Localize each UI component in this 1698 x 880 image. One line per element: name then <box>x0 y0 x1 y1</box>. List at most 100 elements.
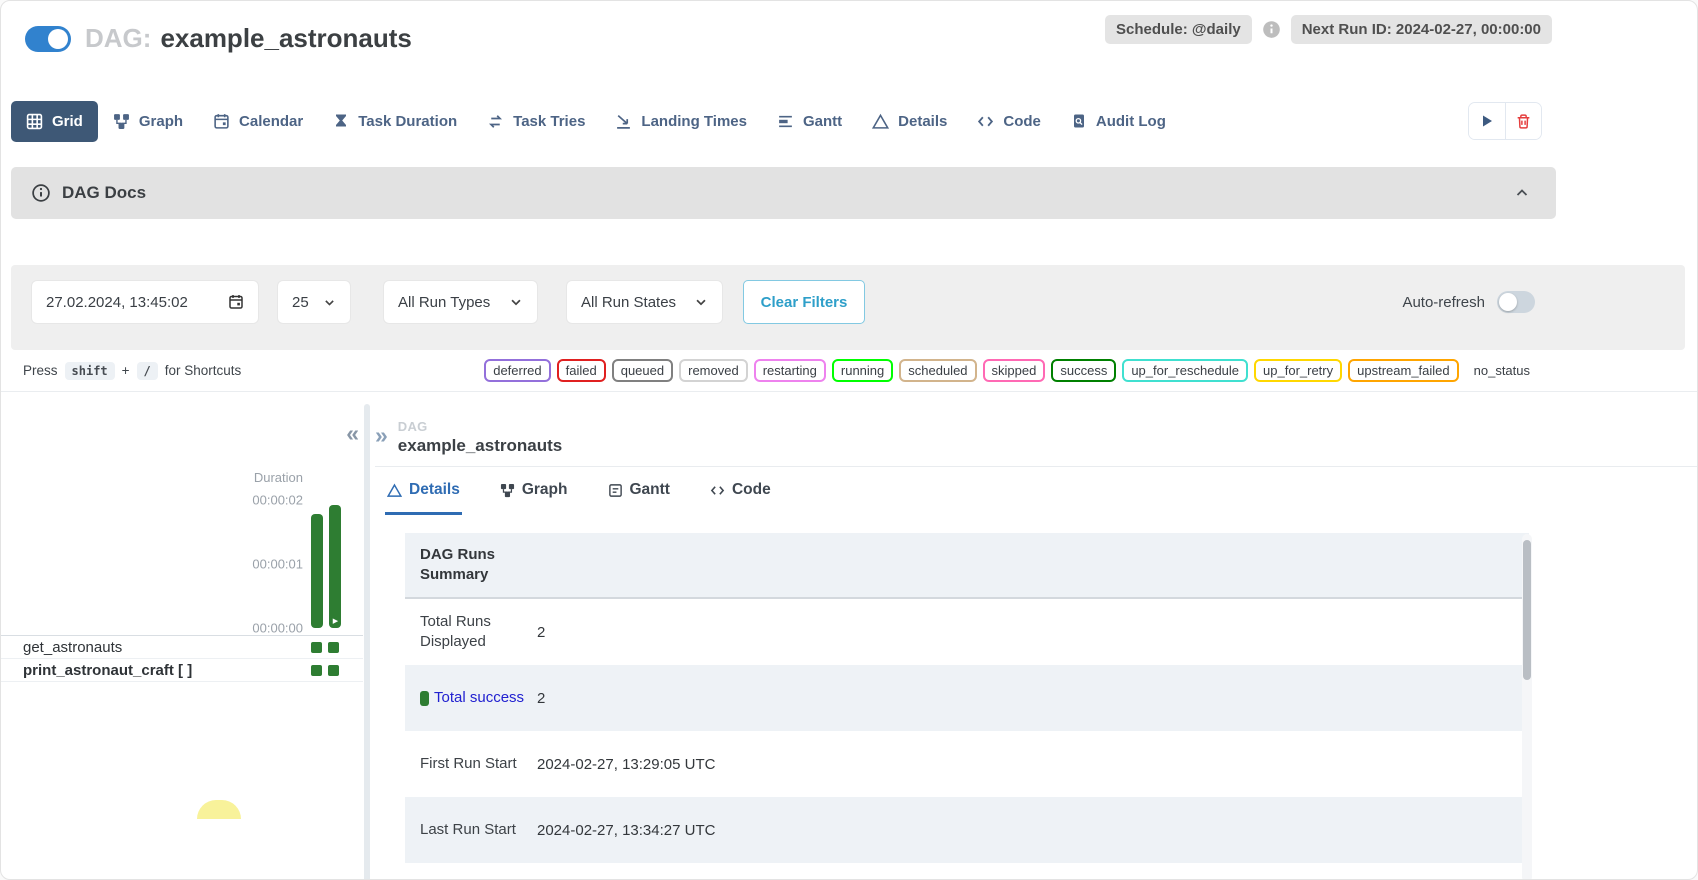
task-instance-square[interactable] <box>311 642 322 653</box>
details-panel: » DAG example_astronauts Details Graph G <box>375 392 1697 880</box>
slash-key: / <box>137 362 158 380</box>
task-name[interactable]: print_astronaut_craft [ ] <box>23 662 311 679</box>
tab-calendar[interactable]: Calendar <box>198 101 318 142</box>
details-tabs: Details Graph Gantt Code <box>375 473 1697 515</box>
tab-label: Graph <box>139 113 183 130</box>
info-icon[interactable] <box>1262 20 1281 39</box>
scrollbar-thumb[interactable] <box>1523 540 1531 680</box>
hourglass-icon <box>333 113 349 129</box>
audit-log-icon <box>1071 113 1087 129</box>
toggle-knob <box>48 29 68 49</box>
total-success-link[interactable]: Total success <box>434 688 524 708</box>
tab-gantt[interactable]: Gantt <box>762 101 857 142</box>
page-size-value: 25 <box>292 294 309 311</box>
task-instance-square[interactable] <box>311 665 322 676</box>
expand-panel-icon[interactable]: » <box>375 424 388 447</box>
shift-key: shift <box>65 362 115 380</box>
dag-run-bar[interactable] <box>311 514 323 628</box>
details-panel-header: » DAG example_astronauts <box>375 392 1697 467</box>
details-tab-details[interactable]: Details <box>385 473 462 515</box>
dag-nav-tabs: Grid Graph Calendar Task Duration Task T… <box>1 99 1697 143</box>
task-list: get_astronauts print_astronaut_craft [ ] <box>1 635 363 682</box>
graph-icon <box>113 113 130 130</box>
duration-axis-label: Duration <box>254 470 303 485</box>
chevron-up-icon[interactable] <box>1514 185 1530 201</box>
tab-label: Task Duration <box>358 113 457 130</box>
gantt-icon <box>777 113 794 130</box>
code-icon <box>710 483 725 498</box>
grid-icon <box>26 113 43 130</box>
summary-title: DAG Runs Summary <box>420 545 537 586</box>
tab-task-tries[interactable]: Task Tries <box>472 101 600 142</box>
airflow-dag-page: DAG: example_astronauts Schedule: @daily… <box>0 0 1698 880</box>
tab-landing-times[interactable]: Landing Times <box>600 101 762 142</box>
header-badges: Schedule: @daily Next Run ID: 2024-02-27… <box>1105 15 1552 44</box>
row-label: Last Run Start <box>420 820 537 840</box>
run-types-select[interactable]: All Run Types <box>383 280 538 324</box>
state-badge-scheduled: scheduled <box>899 359 976 382</box>
tab-graph[interactable]: Graph <box>98 101 198 142</box>
delete-dag-button[interactable] <box>1505 103 1541 139</box>
details-tab-gantt[interactable]: Gantt <box>606 473 672 515</box>
shortcuts-hint: Press shift + / for Shortcuts <box>23 362 241 380</box>
landing-icon <box>615 113 632 130</box>
warning-triangle-icon <box>872 113 889 130</box>
tab-code[interactable]: Code <box>962 101 1056 142</box>
trigger-dag-button[interactable] <box>1469 103 1505 139</box>
details-panel-title: example_astronauts <box>398 436 562 456</box>
task-row[interactable]: get_astronauts <box>1 636 363 659</box>
tab-audit-log[interactable]: Audit Log <box>1056 101 1181 142</box>
task-instance-group <box>311 665 339 676</box>
grid-filter-bar: 27.02.2024, 13:45:02 25 All Run Types Al… <box>11 265 1685 350</box>
schedule-badge: Schedule: @daily <box>1105 15 1252 44</box>
tab-details[interactable]: Details <box>857 101 962 142</box>
tab-label: Code <box>732 481 771 499</box>
details-tab-code[interactable]: Code <box>708 473 773 515</box>
run-duration-chart: 00:00:02 00:00:01 00:00:00 ▶ <box>211 500 341 628</box>
warning-triangle-icon <box>387 483 402 498</box>
table-row: Total Runs Displayed 2 <box>405 599 1529 665</box>
dag-runs-summary-table: DAG Runs Summary Total Runs Displayed 2 … <box>405 533 1529 863</box>
row-value: 2024-02-27, 13:29:05 UTC <box>537 756 715 773</box>
next-run-badge: Next Run ID: 2024-02-27, 00:00:00 <box>1291 15 1552 44</box>
task-row[interactable]: print_astronaut_craft [ ] <box>1 659 363 682</box>
axis-tick: 00:00:01 <box>252 557 303 572</box>
trash-icon <box>1515 113 1532 130</box>
row-value: 2 <box>537 624 545 641</box>
task-name[interactable]: get_astronauts <box>23 639 311 656</box>
dag-docs-bar[interactable]: DAG Docs <box>11 167 1556 219</box>
state-badge-up-for-retry: up_for_retry <box>1254 359 1342 382</box>
state-badge-success: success <box>1051 359 1116 382</box>
state-badge-running: running <box>832 359 893 382</box>
auto-refresh-toggle[interactable] <box>1497 291 1535 313</box>
page-size-select[interactable]: 25 <box>277 280 351 324</box>
dag-pause-toggle[interactable] <box>25 26 71 52</box>
calendar-picker-icon[interactable] <box>228 294 244 310</box>
dag-label: DAG: <box>85 23 151 54</box>
tab-label: Landing Times <box>641 113 747 130</box>
task-instance-square[interactable] <box>328 642 339 653</box>
calendar-icon <box>213 113 230 130</box>
tab-grid[interactable]: Grid <box>11 101 98 142</box>
grid-panel: « Duration 00:00:02 00:00:01 00:00:00 ▶ … <box>1 392 363 880</box>
table-row: First Run Start 2024-02-27, 13:29:05 UTC <box>405 731 1529 797</box>
details-tab-graph[interactable]: Graph <box>498 473 570 515</box>
state-badge-queued: queued <box>612 359 673 382</box>
base-date-input[interactable]: 27.02.2024, 13:45:02 <box>31 280 259 324</box>
tab-task-duration[interactable]: Task Duration <box>318 101 472 142</box>
collapse-panel-icon[interactable]: « <box>346 422 359 445</box>
vertical-scrollbar <box>1522 534 1532 880</box>
tab-label: Gantt <box>630 481 670 499</box>
state-badge-removed: removed <box>679 359 748 382</box>
date-value: 27.02.2024, 13:45:02 <box>46 294 188 311</box>
clear-filters-button[interactable]: Clear Filters <box>743 280 865 324</box>
task-instance-square[interactable] <box>328 665 339 676</box>
axis-tick: 00:00:00 <box>252 621 303 636</box>
state-badge-skipped: skipped <box>983 359 1046 382</box>
dag-run-bar[interactable]: ▶ <box>329 505 341 628</box>
tab-label: Calendar <box>239 113 303 130</box>
state-badge-restarting: restarting <box>754 359 826 382</box>
run-states-select[interactable]: All Run States <box>566 280 723 324</box>
tab-label: Code <box>1003 113 1041 130</box>
panel-resize-handle[interactable] <box>364 404 370 880</box>
